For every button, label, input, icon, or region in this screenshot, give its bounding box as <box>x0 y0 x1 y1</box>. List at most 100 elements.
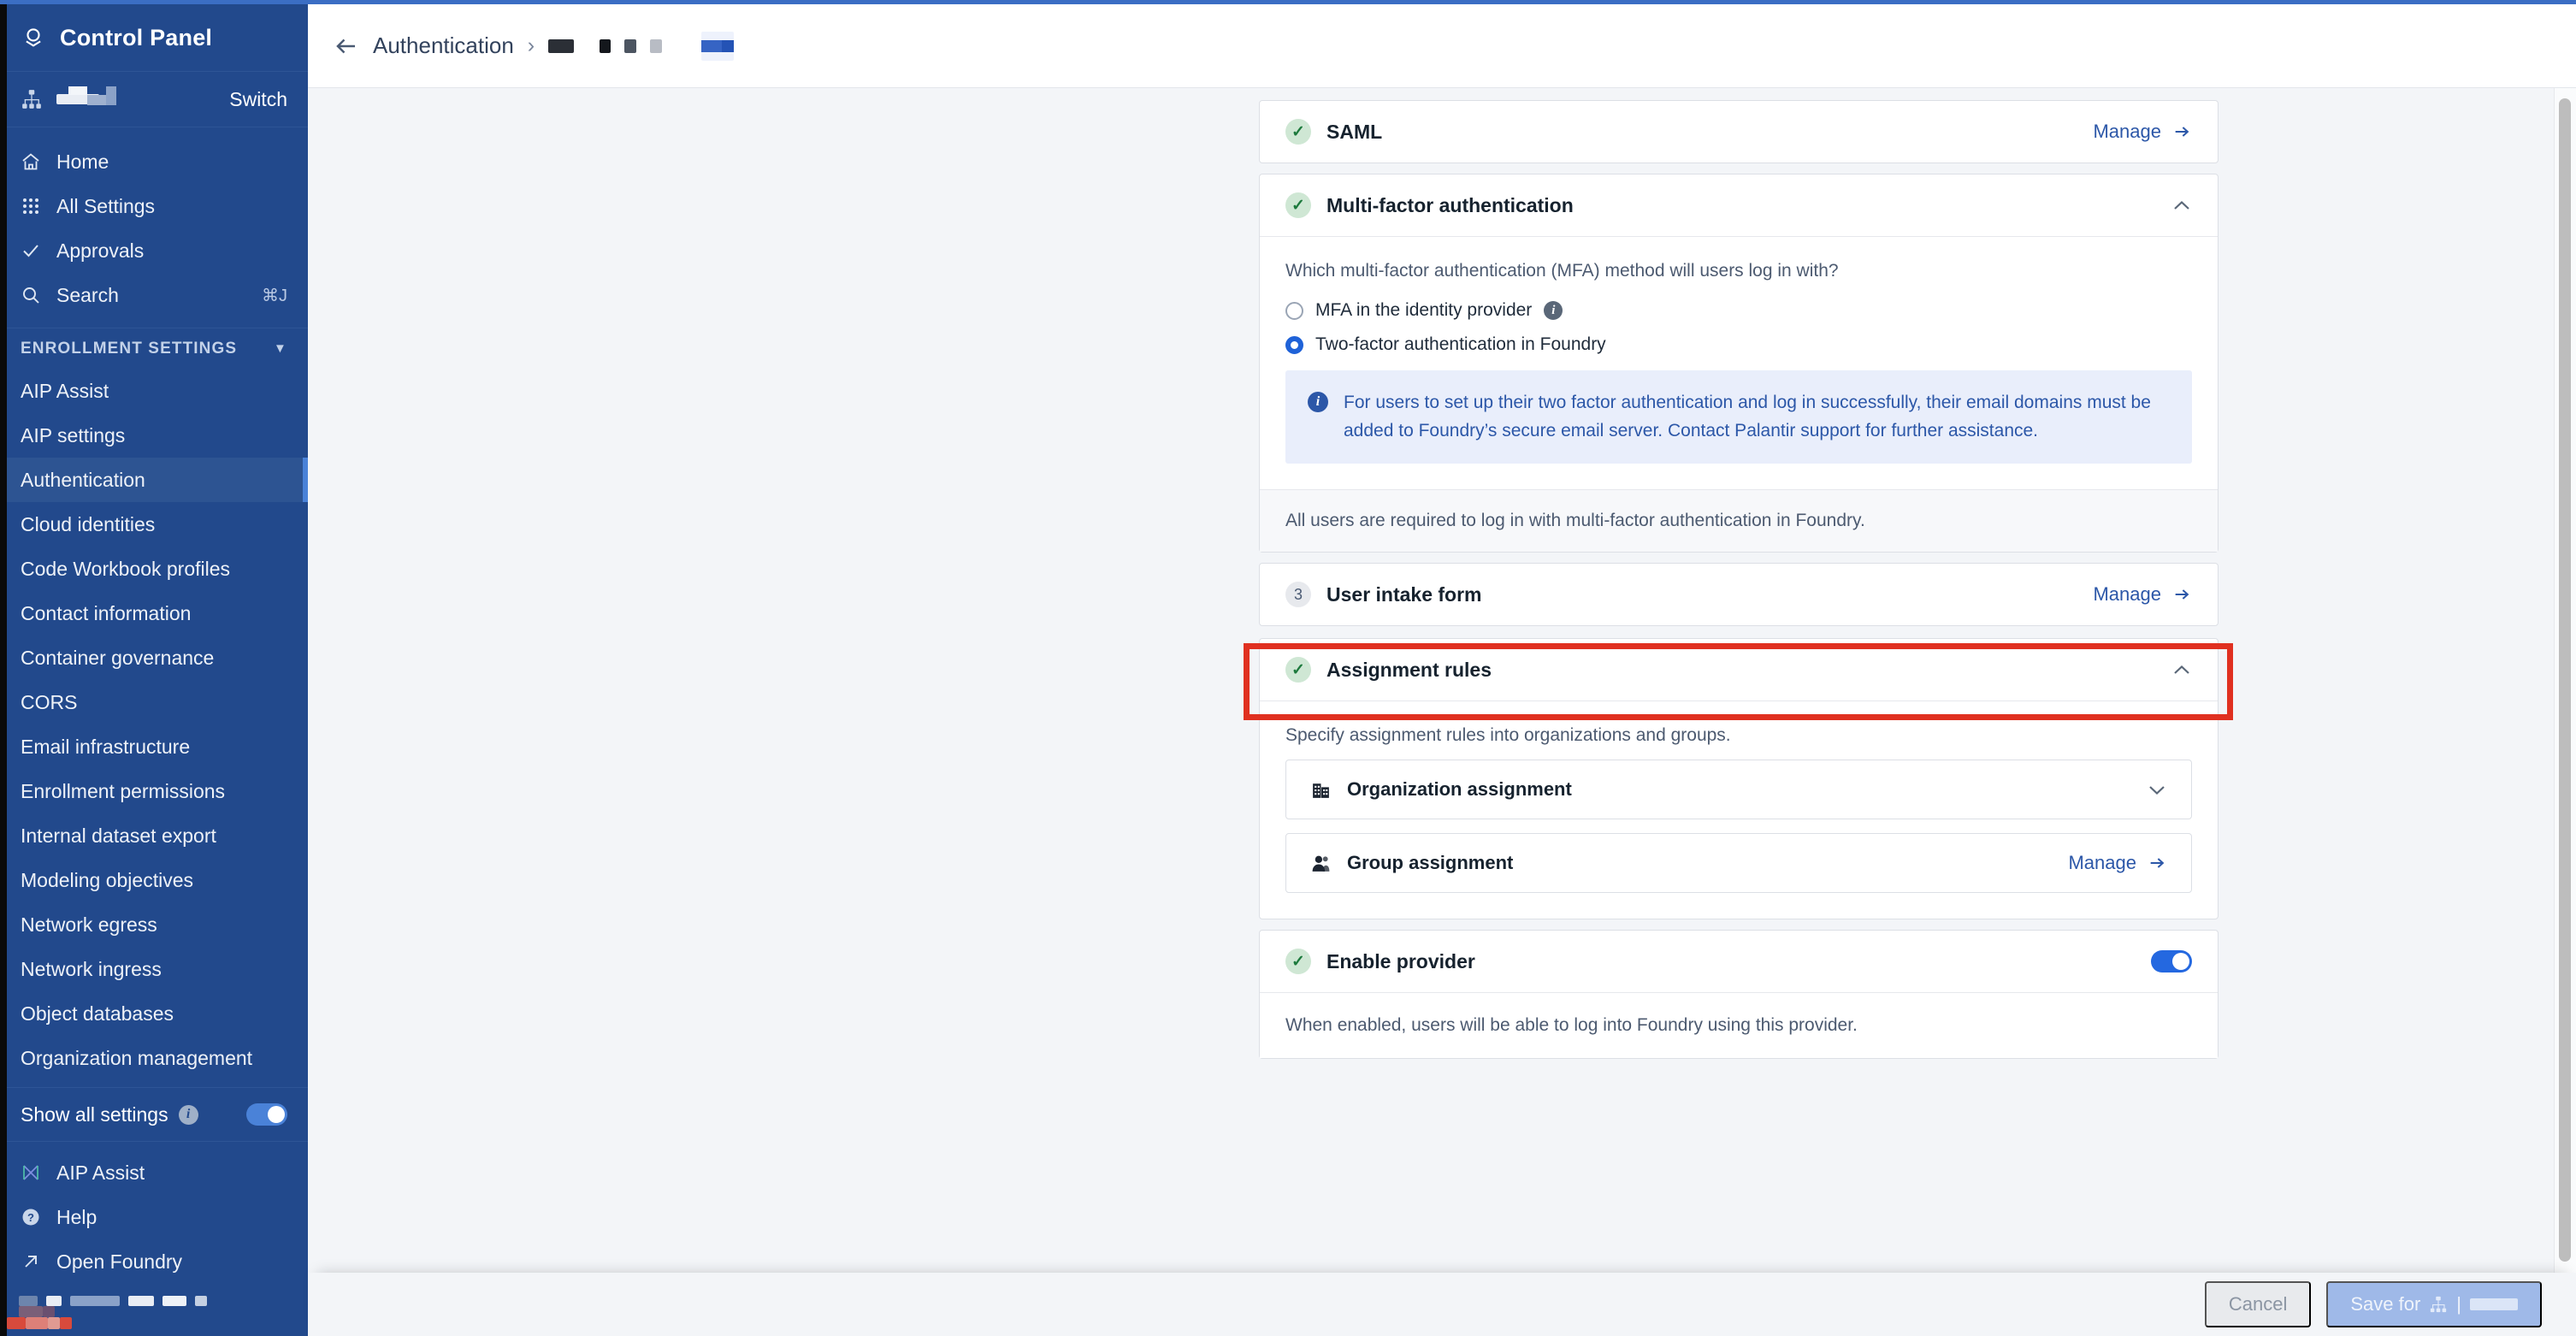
settings-card-column: ✓ SAML Manage ✓ Multi-factor authenticat… <box>1259 100 2219 1069</box>
foundry-logo-icon <box>21 25 46 50</box>
action-footer: Cancel Save for | <box>308 1273 2576 1336</box>
cancel-button[interactable]: Cancel <box>2204 1281 2312 1327</box>
sidebar-item-code-workbook-profiles[interactable]: Code Workbook profiles <box>0 547 308 591</box>
sidebar-item-internal-dataset-export[interactable]: Internal dataset export <box>0 813 308 858</box>
show-all-settings-label: Show all settings <box>21 1102 168 1126</box>
breadcrumb-authentication[interactable]: Authentication <box>373 33 514 59</box>
user-intake-manage-link[interactable]: Manage <box>2093 583 2192 606</box>
row-group-assignment[interactable]: Group assignment Manage <box>1285 833 2192 894</box>
mfa-callout-text: For users to set up their two factor aut… <box>1344 393 2151 440</box>
mfa-option-identity-provider[interactable]: MFA in the identity provider i <box>1285 300 2192 321</box>
chevron-up-icon[interactable] <box>2171 662 2192 677</box>
control-panel-app: Control Panel Switch Home All Settings A… <box>0 0 2576 1336</box>
card-user-intake-form: 3 User intake form Manage <box>1259 563 2219 627</box>
external-link-icon <box>21 1251 41 1272</box>
sidebar-item-label: Search <box>56 283 119 306</box>
radio-button-selected[interactable] <box>1285 335 1303 354</box>
sidebar-item-open-foundry[interactable]: Open Foundry <box>0 1239 308 1284</box>
sidebar-item-label: Network ingress <box>21 957 162 980</box>
info-icon[interactable]: i <box>1544 301 1563 320</box>
group-assignment-manage-link[interactable]: Manage <box>2068 852 2167 874</box>
sidebar-item-contact-information[interactable]: Contact information <box>0 591 308 635</box>
switch-org-button[interactable]: Switch <box>229 88 287 111</box>
radio-label: Two-factor authentication in Foundry <box>1315 334 1606 354</box>
card-saml-header[interactable]: ✓ SAML Manage <box>1260 101 2218 163</box>
svg-text:?: ? <box>27 1211 34 1224</box>
card-enable-provider: ✓ Enable provider When enabled, users wi… <box>1259 930 2219 1060</box>
sidebar-item-label: CORS <box>21 690 78 713</box>
redacted-save-target <box>2470 1298 2518 1310</box>
main-area: Authentication › ✓ SAML Manage ✓ Multi-f… <box>308 0 2576 1336</box>
sidebar-item-label: Organization management <box>21 1046 253 1069</box>
info-icon: i <box>1308 392 1328 412</box>
back-arrow-icon[interactable] <box>334 33 359 59</box>
chevron-up-icon[interactable] <box>2171 198 2192 213</box>
save-divider: | <box>2456 1293 2461 1315</box>
sidebar-item-aip-assist-bottom[interactable]: AIP Assist <box>0 1150 308 1195</box>
save-button[interactable]: Save for | <box>2326 1281 2542 1327</box>
sidebar-item-help[interactable]: ? Help <box>0 1195 308 1239</box>
sidebar-item-label: AIP Assist <box>21 379 109 402</box>
enable-provider-toggle[interactable] <box>2151 950 2192 973</box>
check-badge-icon: ✓ <box>1285 192 1311 218</box>
sidebar-item-cors[interactable]: CORS <box>0 680 308 724</box>
sidebar-item-network-ingress[interactable]: Network ingress <box>0 947 308 991</box>
chevron-down-icon[interactable] <box>2147 782 2167 797</box>
sidebar-brand[interactable]: Control Panel <box>0 4 308 72</box>
sidebar-section-label: ENROLLMENT SETTINGS <box>21 339 238 358</box>
sidebar-item-label: Cloud identities <box>21 512 156 535</box>
sidebar-item-organization-management[interactable]: Organization management <box>0 1036 308 1080</box>
sidebar-item-label: Email infrastructure <box>21 735 191 758</box>
card-user-intake-title: User intake form <box>1326 582 1482 606</box>
card-assignment-rules-title: Assignment rules <box>1326 658 1492 681</box>
card-saml-title: SAML <box>1326 120 1383 143</box>
check-badge-icon: ✓ <box>1285 119 1311 145</box>
help-circle-icon: ? <box>21 1207 41 1227</box>
building-icon <box>1310 779 1332 801</box>
sidebar-item-enrollment-permissions[interactable]: Enrollment permissions <box>0 769 308 813</box>
enable-provider-description: When enabled, users will be able to log … <box>1260 992 2218 1059</box>
sidebar-item-email-infrastructure[interactable]: Email infrastructure <box>0 724 308 769</box>
sidebar-item-label: Help <box>56 1205 97 1228</box>
card-assignment-rules-header[interactable]: ✓ Assignment rules <box>1260 639 2218 701</box>
sidebar-item-modeling-objectives[interactable]: Modeling objectives <box>0 858 308 902</box>
sidebar-item-cloud-identities[interactable]: Cloud identities <box>0 502 308 547</box>
sidebar-item-approvals[interactable]: Approvals <box>0 228 308 273</box>
breadcrumb-separator: › <box>527 33 535 57</box>
sidebar-item-home[interactable]: Home <box>0 139 308 184</box>
scroll-area: ✓ SAML Manage ✓ Multi-factor authenticat… <box>308 88 2576 1273</box>
show-all-settings-toggle[interactable] <box>246 1103 287 1126</box>
chevron-down-icon: ▼ <box>274 341 287 356</box>
saml-manage-link[interactable]: Manage <box>2093 121 2192 143</box>
check-badge-icon: ✓ <box>1285 949 1311 975</box>
card-mfa-header[interactable]: ✓ Multi-factor authentication <box>1260 174 2218 236</box>
sidebar: Control Panel Switch Home All Settings A… <box>0 0 308 1336</box>
radio-button[interactable] <box>1285 301 1303 320</box>
sidebar-item-aip-assist[interactable]: AIP Assist <box>0 369 308 413</box>
sidebar-item-search[interactable]: Search ⌘J <box>0 273 308 317</box>
info-icon[interactable]: i <box>178 1104 198 1125</box>
user-group-icon <box>1310 853 1332 874</box>
radio-label: MFA in the identity provider <box>1315 300 1533 320</box>
sidebar-item-authentication[interactable]: Authentication <box>0 458 308 502</box>
sidebar-item-container-governance[interactable]: Container governance <box>0 635 308 680</box>
mfa-option-two-factor-foundry[interactable]: Two-factor authentication in Foundry <box>1285 334 2192 355</box>
vertical-scrollbar-thumb[interactable] <box>2559 98 2571 1262</box>
row-organization-assignment[interactable]: Organization assignment <box>1285 760 2192 820</box>
row-label: Organization assignment <box>1347 778 1572 801</box>
sidebar-item-object-databases[interactable]: Object databases <box>0 991 308 1036</box>
sidebar-item-aip-settings[interactable]: AIP settings <box>0 413 308 458</box>
redacted-breadcrumb-2 <box>600 38 612 53</box>
check-icon <box>21 240 41 261</box>
card-user-intake-header[interactable]: 3 User intake form Manage <box>1260 564 2218 625</box>
sidebar-footer-redacted-2 <box>0 1306 308 1317</box>
card-enable-provider-header[interactable]: ✓ Enable provider <box>1260 931 2218 992</box>
redacted-tag <box>701 31 735 61</box>
show-all-settings-row[interactable]: Show all settings i <box>0 1087 308 1142</box>
aip-assist-icon <box>21 1162 41 1183</box>
sidebar-item-label: AIP Assist <box>56 1161 145 1184</box>
sidebar-item-all-settings[interactable]: All Settings <box>0 184 308 228</box>
org-switcher-row[interactable]: Switch <box>0 72 308 127</box>
sidebar-item-network-egress[interactable]: Network egress <box>0 902 308 947</box>
sidebar-section-enrollment-settings[interactable]: ENROLLMENT SETTINGS ▼ <box>0 328 308 369</box>
